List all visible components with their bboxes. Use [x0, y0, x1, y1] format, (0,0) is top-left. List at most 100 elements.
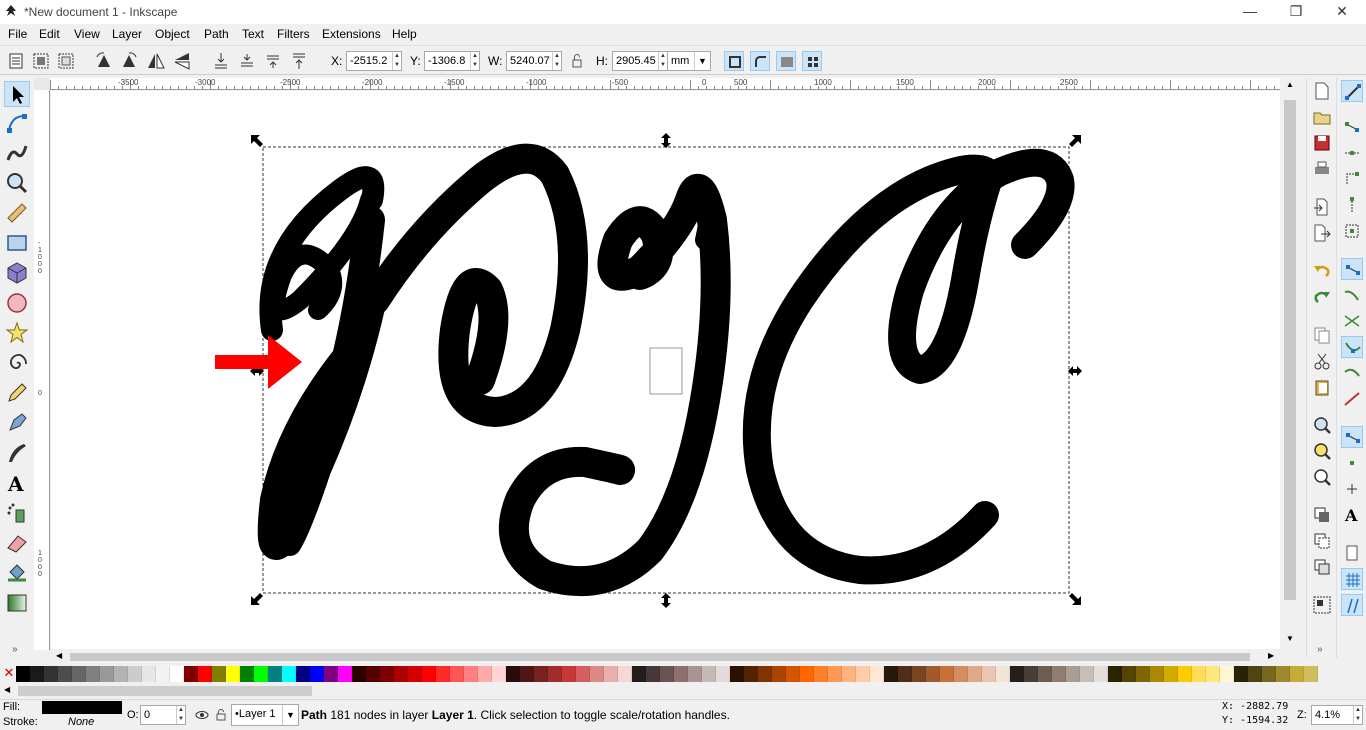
snap-rotation-center-icon[interactable] [1341, 478, 1363, 500]
palette-swatch[interactable] [730, 666, 744, 682]
print-icon[interactable] [1311, 158, 1333, 180]
h-field[interactable]: 2905.45 ▲ ▼ [612, 51, 668, 71]
palette-swatch[interactable] [296, 666, 310, 682]
palette-swatch[interactable] [380, 666, 394, 682]
palette-swatch[interactable] [632, 666, 646, 682]
copy-icon[interactable] [1311, 324, 1333, 346]
palette-swatch[interactable] [1206, 666, 1220, 682]
zoom-spin-arrows[interactable]: ▲ ▼ [1353, 706, 1362, 724]
palette-swatch[interactable] [394, 666, 408, 682]
palette-swatch[interactable] [450, 666, 464, 682]
unit-select[interactable]: mm ▼ [667, 51, 711, 71]
vertical-scroll-thumb[interactable] [1284, 100, 1296, 600]
palette-swatch[interactable] [744, 666, 758, 682]
palette-scroll-thumb[interactable] [18, 686, 312, 696]
palette-swatch[interactable] [1024, 666, 1038, 682]
ellipse-tool-icon[interactable] [4, 290, 30, 316]
snap-intersections-icon[interactable] [1341, 310, 1363, 332]
palette-swatch[interactable] [1304, 666, 1318, 682]
measure-tool-icon[interactable] [4, 200, 30, 226]
paste-icon[interactable] [1311, 376, 1333, 398]
palette-swatch[interactable] [604, 666, 618, 682]
snap-nodes-icon[interactable] [1341, 258, 1363, 280]
redo-icon[interactable] [1311, 286, 1333, 308]
palette-swatch[interactable] [1052, 666, 1066, 682]
commands-overflow-icon[interactable]: » [1317, 644, 1323, 655]
flip-vertical-icon[interactable] [172, 51, 192, 71]
import-icon[interactable] [1311, 196, 1333, 218]
palette-swatch[interactable] [786, 666, 800, 682]
palette-swatch[interactable] [338, 666, 352, 682]
h-spin-arrows[interactable]: ▲ ▼ [658, 52, 667, 70]
palette-swatch[interactable] [254, 666, 268, 682]
menu-file[interactable]: File [8, 27, 27, 41]
palette-swatch[interactable] [758, 666, 772, 682]
menu-path[interactable]: Path [204, 27, 229, 41]
palette-swatch[interactable] [226, 666, 240, 682]
palette-swatch[interactable] [16, 666, 30, 682]
palette-swatch[interactable] [1094, 666, 1108, 682]
snap-grids-icon[interactable] [1341, 568, 1363, 590]
palette-swatch[interactable] [170, 666, 184, 682]
palette-swatch[interactable] [464, 666, 478, 682]
palette-swatch[interactable] [324, 666, 338, 682]
star-tool-icon[interactable] [4, 320, 30, 346]
cut-icon[interactable] [1311, 350, 1333, 372]
palette-swatch[interactable] [702, 666, 716, 682]
snap-object-centers-icon[interactable] [1341, 452, 1363, 474]
maximize-button[interactable]: ❐ [1273, 0, 1319, 24]
y-field[interactable]: -1306.8 ▲ ▼ [424, 51, 480, 71]
opacity-field[interactable]: 0 ▲ ▼ [140, 705, 186, 725]
palette-swatch[interactable] [1010, 666, 1024, 682]
palette-swatch[interactable] [1248, 666, 1262, 682]
scroll-right-icon[interactable]: ▶ [1268, 651, 1274, 660]
palette-swatch[interactable] [1276, 666, 1290, 682]
menu-help[interactable]: Help [392, 27, 417, 41]
snap-paths-icon[interactable] [1341, 284, 1363, 306]
palette-scroll-left-icon[interactable]: ◀ [4, 685, 10, 694]
palette-swatch[interactable] [422, 666, 436, 682]
horizontal-scroll-thumb[interactable] [70, 653, 1250, 661]
pen-tool-icon[interactable] [4, 410, 30, 436]
palette-swatch[interactable] [1136, 666, 1150, 682]
palette-swatch[interactable] [576, 666, 590, 682]
unlink-clone-icon[interactable] [1311, 556, 1333, 578]
palette-swatch[interactable] [856, 666, 870, 682]
opacity-spin-arrows[interactable]: ▲ ▼ [176, 706, 185, 724]
palette-swatch[interactable] [30, 666, 44, 682]
layer-select[interactable]: •Layer 1 ▼ [231, 704, 299, 726]
select-all-layers-icon[interactable] [31, 51, 51, 71]
pencil-tool-icon[interactable] [4, 380, 30, 406]
palette-swatch[interactable] [954, 666, 968, 682]
zoom-page-icon[interactable] [1311, 466, 1333, 488]
selector-tool-icon[interactable] [4, 81, 30, 107]
lower-to-bottom-icon[interactable] [211, 51, 231, 71]
palette-swatch[interactable] [688, 666, 702, 682]
text-tool-icon[interactable]: A [4, 470, 30, 496]
palette-swatch[interactable] [1150, 666, 1164, 682]
transform-gradient-icon[interactable] [776, 51, 796, 71]
snap-bbox-midpoints-icon[interactable] [1341, 194, 1363, 216]
palette-swatch[interactable] [142, 666, 156, 682]
snap-bbox-corners-icon[interactable] [1341, 168, 1363, 190]
snap-bbox-edges-icon[interactable] [1341, 142, 1363, 164]
palette-swatch[interactable] [870, 666, 884, 682]
palette-swatch[interactable] [240, 666, 254, 682]
group-icon[interactable] [1311, 594, 1333, 616]
calligraphy-tool-icon[interactable] [4, 440, 30, 466]
open-document-icon[interactable] [1311, 106, 1333, 128]
palette-swatch[interactable] [1080, 666, 1094, 682]
raise-to-top-icon[interactable] [289, 51, 309, 71]
transform-pattern-icon[interactable] [802, 51, 822, 71]
palette-swatch[interactable] [506, 666, 520, 682]
palette-swatch[interactable] [492, 666, 506, 682]
menu-text[interactable]: Text [242, 27, 264, 41]
palette-swatch[interactable] [898, 666, 912, 682]
zoom-field[interactable]: 4.1% ▲ ▼ [1311, 705, 1363, 725]
horizontal-scrollbar[interactable]: ◀ ▶ [50, 650, 1280, 664]
save-document-icon[interactable] [1311, 132, 1333, 154]
palette-swatch[interactable] [1108, 666, 1122, 682]
menu-extensions[interactable]: Extensions [322, 27, 381, 41]
palette-swatch[interactable] [1220, 666, 1234, 682]
palette-swatch[interactable] [590, 666, 604, 682]
